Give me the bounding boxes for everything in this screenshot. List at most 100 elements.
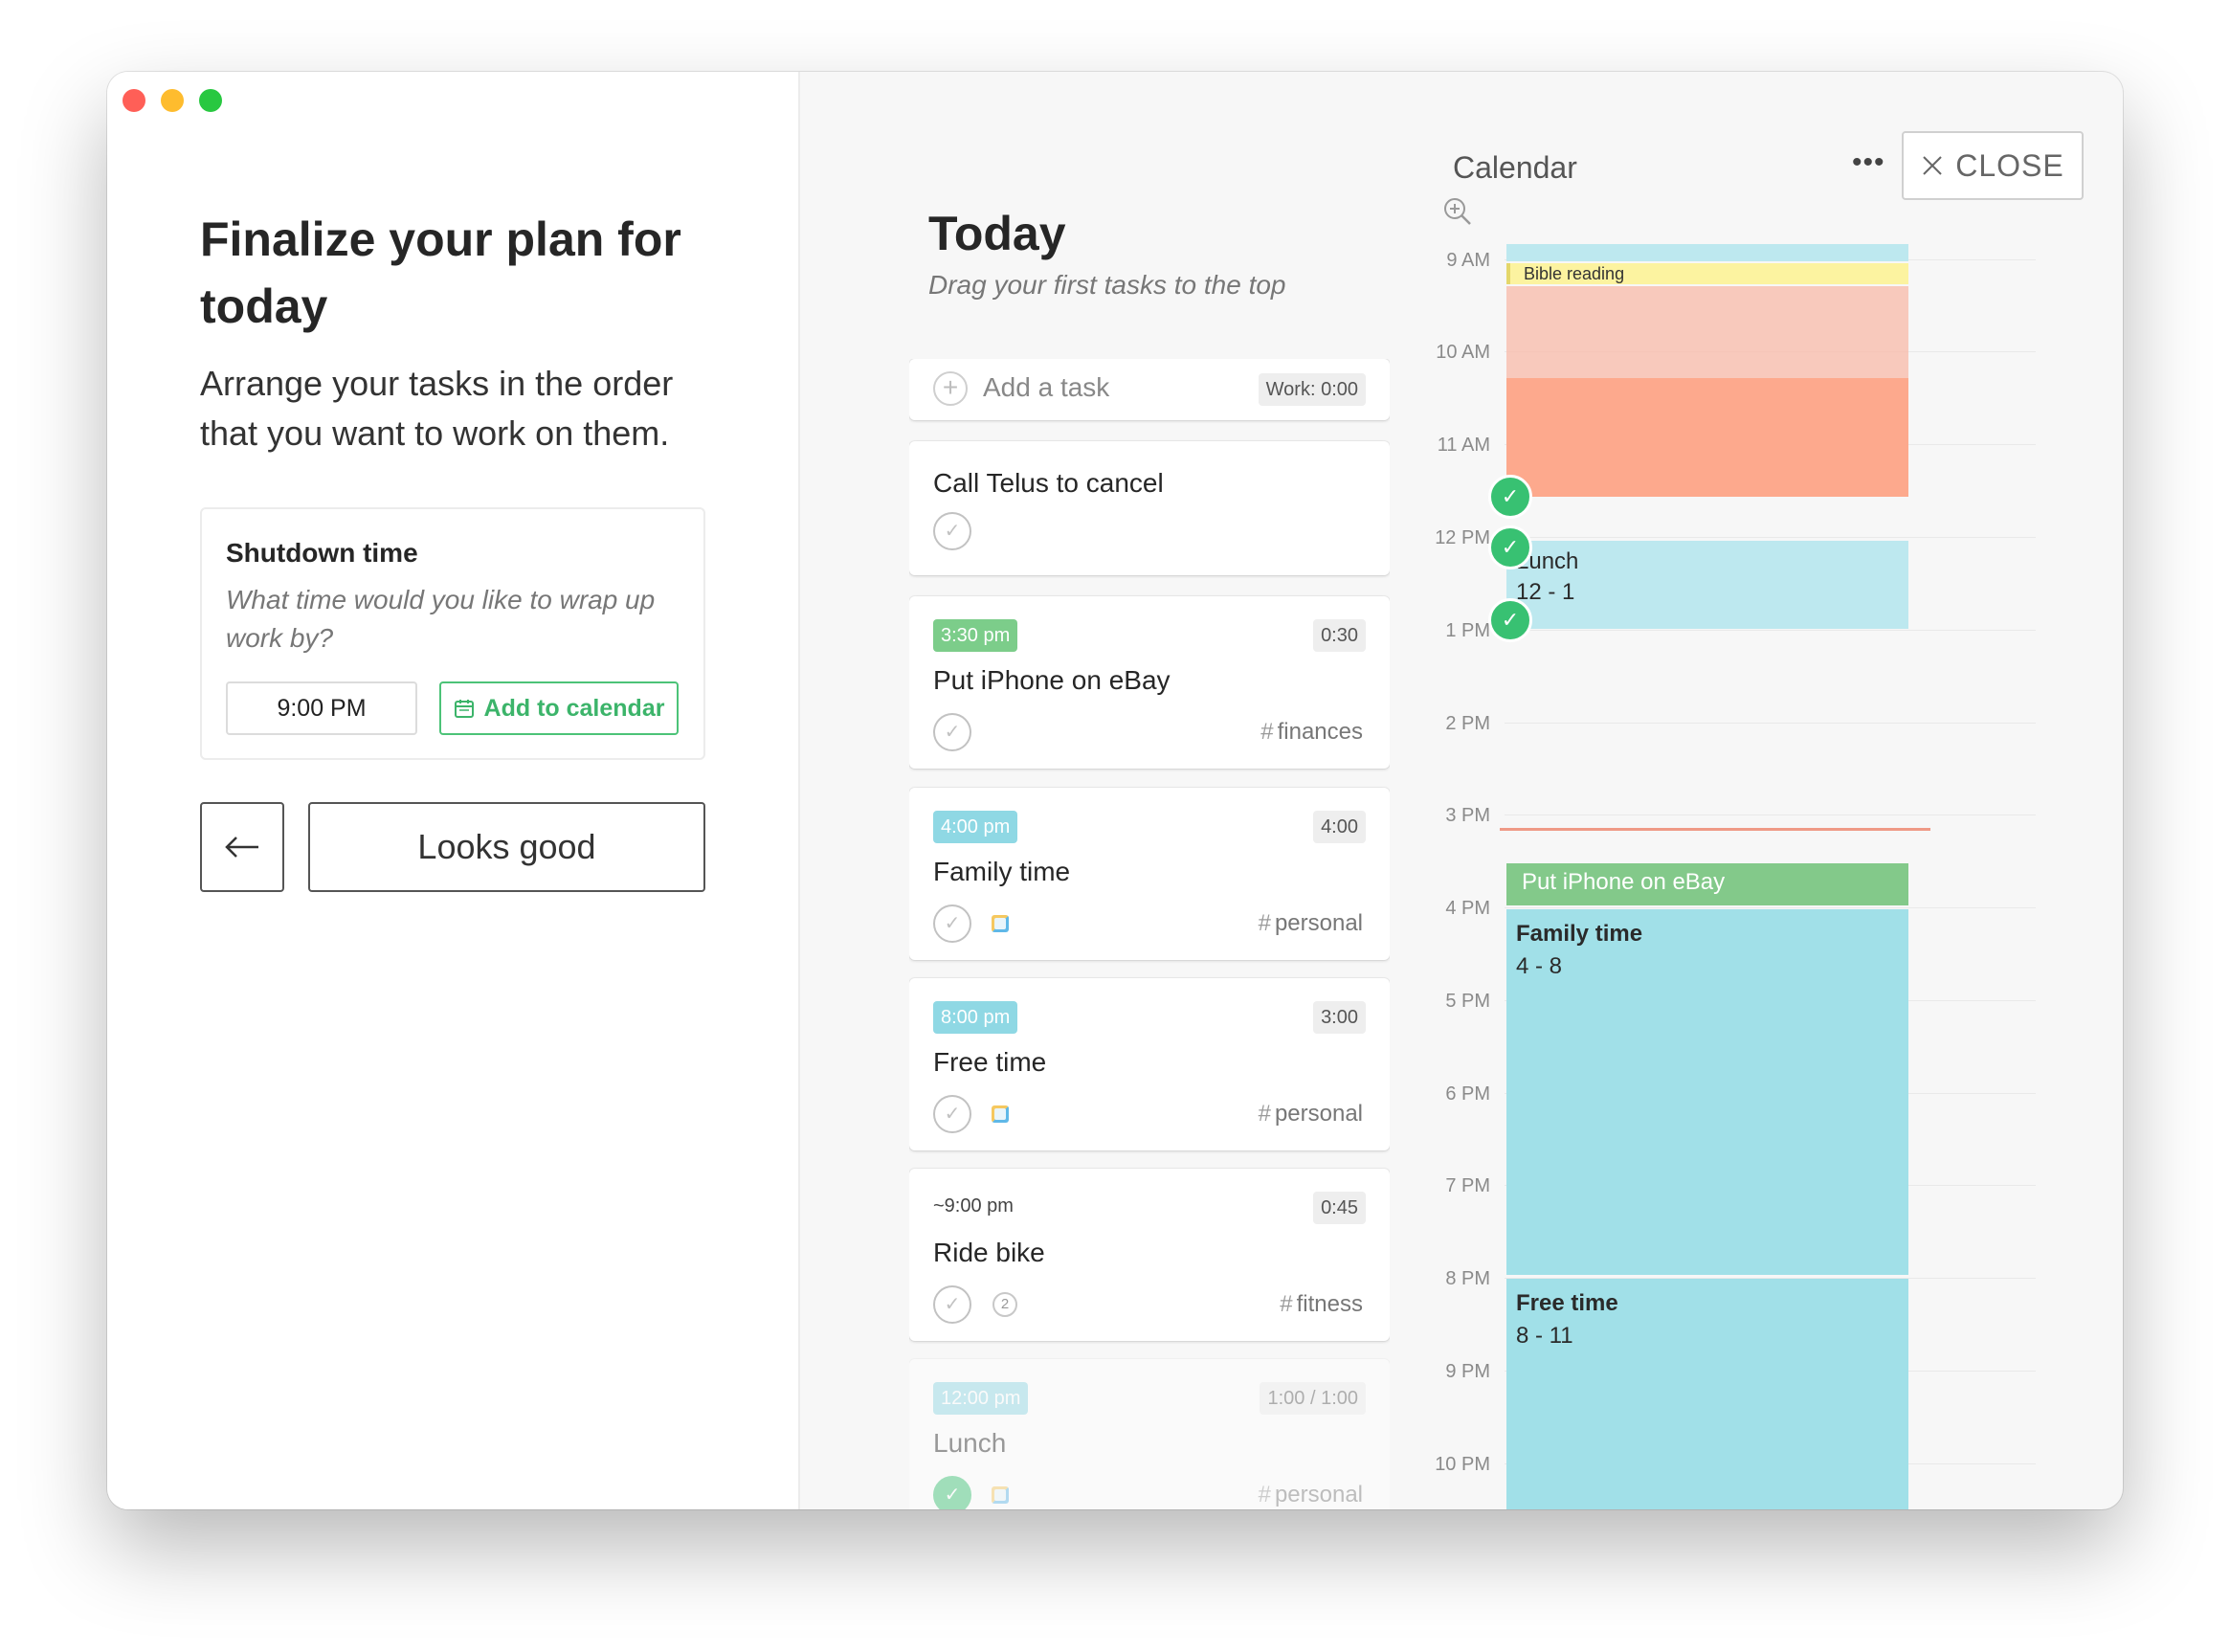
hour-gridline — [1505, 537, 2036, 538]
task-tag[interactable]: # finances — [1260, 719, 1363, 746]
calendar-linked-icon — [992, 1486, 1009, 1504]
arrow-left-icon — [225, 837, 258, 858]
hour-gridline — [1505, 907, 2036, 908]
shutdown-question: What time would you like to wrap up work… — [226, 585, 656, 653]
hour-label: 11 AM — [1437, 435, 1490, 456]
complete-check-icon[interactable]: ✓ — [933, 904, 971, 943]
task-card[interactable]: ~9:00 pm 0:45 Ride bike ✓ 2 # fitness — [909, 1169, 1390, 1341]
task-card-completed[interactable]: 12:00 pm 1:00 / 1:00 Lunch ✓ # personal — [909, 1359, 1390, 1509]
task-duration-badge: 0:30 — [1313, 619, 1366, 652]
today-subtitle: Drag your first tasks to the top — [928, 270, 1286, 300]
calendar-event-iphone-ebay[interactable]: Put iPhone on eBay — [1506, 863, 1908, 905]
completed-check-icon[interactable]: ✓ — [933, 1476, 971, 1509]
hour-label: 9 AM — [1446, 250, 1490, 271]
hour-label: 1 PM — [1445, 620, 1490, 641]
task-time-label: ~9:00 pm — [933, 1195, 1014, 1217]
complete-check-icon[interactable]: ✓ — [933, 713, 971, 751]
event-title: Free time — [1516, 1290, 1618, 1316]
event-title: Family time — [1516, 921, 1643, 947]
check-icon[interactable]: ✓ — [1488, 525, 1532, 569]
task-tag[interactable]: # fitness — [1280, 1291, 1363, 1318]
add-task-label: Add a task — [983, 372, 1110, 402]
task-duration-badge: 0:45 — [1313, 1192, 1366, 1224]
task-card[interactable]: 8:00 pm 3:00 Free time ✓ # personal — [909, 978, 1390, 1150]
task-card[interactable]: 4:00 pm 4:00 Family time ✓ # personal — [909, 788, 1390, 960]
calendar-event-blurred[interactable] — [1506, 286, 1908, 378]
task-time-badge: 3:30 pm — [933, 619, 1018, 652]
calendar-linked-icon — [992, 915, 1009, 932]
hour-label: 10 PM — [1435, 1454, 1490, 1475]
event-title: Lunch — [1516, 548, 1579, 574]
subtasks-icon[interactable]: 2 — [992, 1292, 1017, 1317]
task-tag-label: personal — [1274, 910, 1363, 936]
window-controls — [123, 89, 222, 112]
calendar-event-lunch[interactable]: Lunch 12 - 1 — [1506, 541, 1908, 629]
check-icon[interactable]: ✓ — [1488, 475, 1532, 519]
event-title: Bible reading — [1524, 264, 1625, 283]
today-title: Today — [928, 207, 1066, 260]
task-name: Call Telus to cancel — [933, 468, 1164, 498]
plus-icon: + — [933, 371, 968, 406]
app-window: Finalize your plan for today Arrange you… — [107, 72, 2123, 1509]
more-horizontal-icon[interactable]: ••• — [1852, 146, 1885, 179]
complete-check-icon[interactable]: ✓ — [933, 1285, 971, 1324]
hour-gridline — [1505, 630, 2036, 631]
task-tag[interactable]: # personal — [1259, 1101, 1363, 1127]
close-icon — [1923, 156, 1942, 175]
task-tag-label: personal — [1274, 1101, 1363, 1127]
hour-label: 5 PM — [1445, 991, 1490, 1012]
page-title: Finalize your plan for today — [200, 212, 681, 333]
hour-label: 7 PM — [1445, 1175, 1490, 1196]
event-time: 8 - 11 — [1516, 1323, 1573, 1349]
task-time-badge: 4:00 pm — [933, 811, 1018, 843]
plan-panel: Finalize your plan for today Arrange you… — [107, 72, 800, 1509]
close-window-button[interactable] — [123, 89, 145, 112]
check-icon[interactable]: ✓ — [1488, 598, 1532, 642]
task-duration-badge: 1:00 / 1:00 — [1260, 1382, 1366, 1415]
page-description: Arrange your tasks in the order that you… — [200, 364, 674, 453]
task-tag[interactable]: # personal — [1259, 910, 1363, 937]
hour-label: 8 PM — [1445, 1268, 1490, 1289]
task-list: + Add a task Work: 0:00 Call Telus to ca… — [909, 359, 1390, 1509]
calendar-event-bible-reading[interactable]: Bible reading — [1506, 263, 1908, 284]
current-time-line — [1500, 828, 1930, 831]
task-duration-badge: 4:00 — [1313, 811, 1366, 843]
event-time: 4 - 8 — [1516, 953, 1563, 979]
hour-label: 2 PM — [1445, 713, 1490, 734]
add-task-row[interactable]: + Add a task Work: 0:00 — [909, 359, 1390, 420]
calendar-event-blurred[interactable] — [1506, 378, 1908, 497]
zoom-window-button[interactable] — [199, 89, 222, 112]
task-card[interactable]: Call Telus to cancel ✓ — [909, 441, 1390, 575]
looks-good-button[interactable]: Looks good — [308, 802, 705, 892]
task-name: Lunch — [933, 1428, 1007, 1458]
hour-label: 12 PM — [1435, 527, 1490, 548]
hour-label: 10 AM — [1436, 342, 1490, 363]
back-button[interactable] — [200, 802, 284, 892]
close-calendar-button[interactable]: CLOSE — [1902, 131, 2084, 200]
minimize-window-button[interactable] — [161, 89, 184, 112]
task-card[interactable]: 3:30 pm 0:30 Put iPhone on eBay ✓ # finan… — [909, 596, 1390, 769]
hour-label: 6 PM — [1445, 1083, 1490, 1105]
close-label: CLOSE — [1955, 147, 2064, 183]
calendar-linked-icon — [992, 1105, 1009, 1123]
hour-label: 9 PM — [1445, 1361, 1490, 1382]
complete-check-icon[interactable]: ✓ — [933, 1095, 971, 1133]
task-tag-label: fitness — [1296, 1291, 1363, 1317]
event-title: Put iPhone on eBay — [1522, 869, 1726, 895]
task-tag-label: finances — [1277, 719, 1363, 745]
shutdown-time-input[interactable]: 9:00 PM — [226, 681, 417, 735]
shutdown-card: Shutdown time What time would you like t… — [200, 507, 705, 760]
complete-check-icon[interactable]: ✓ — [933, 512, 971, 550]
task-name: Free time — [933, 1047, 1047, 1077]
add-to-calendar-label: Add to calendar — [483, 695, 665, 722]
task-tag-label: personal — [1274, 1482, 1363, 1507]
calendar-event-morning[interactable] — [1506, 244, 1908, 261]
work-time-badge: Work: 0:00 — [1258, 373, 1366, 406]
calendar-event-free-time[interactable]: Free time 8 - 11 — [1506, 1279, 1908, 1509]
task-duration-badge: 3:00 — [1313, 1001, 1366, 1034]
calendar-event-family-time[interactable]: Family time 4 - 8 — [1506, 909, 1908, 1275]
event-time: 12 - 1 — [1516, 579, 1575, 605]
calendar-icon — [454, 700, 474, 718]
add-to-calendar-button[interactable]: Add to calendar — [439, 681, 679, 735]
task-tag[interactable]: # personal — [1259, 1482, 1363, 1508]
